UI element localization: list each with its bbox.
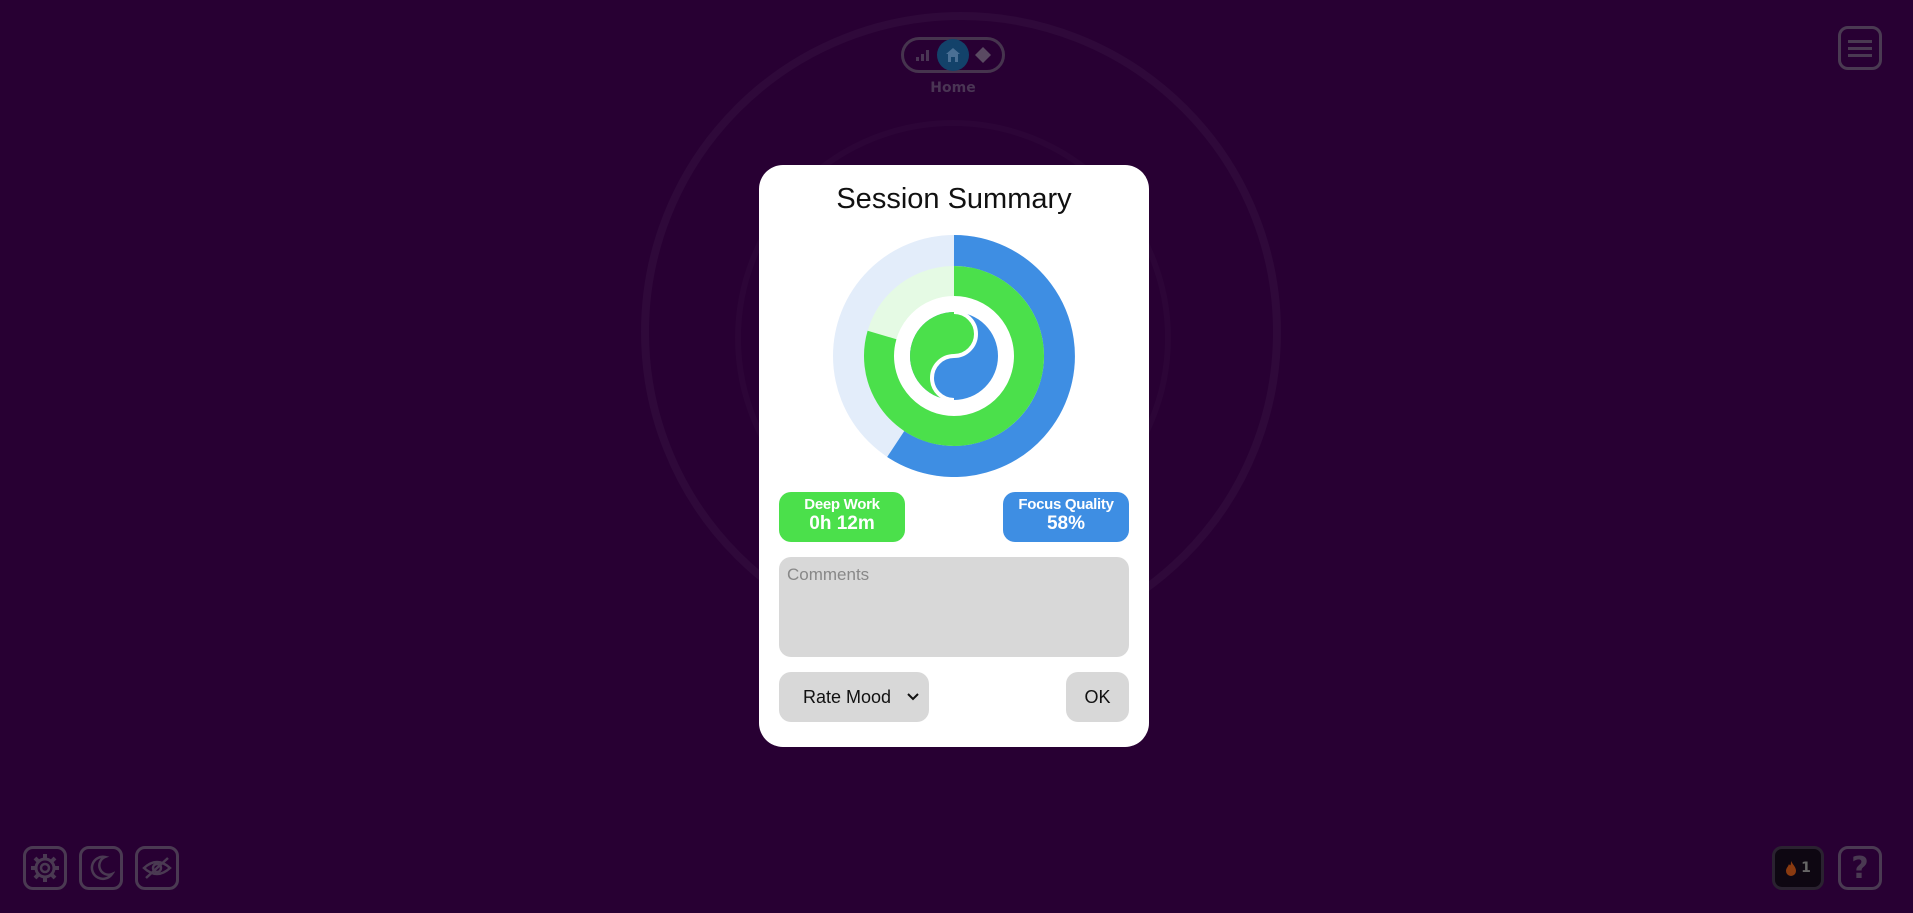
- focus-ring-chart: [833, 235, 1075, 477]
- focus-quality-label: Focus Quality: [1018, 496, 1114, 513]
- deep-work-stat: Deep Work 0h 12m: [779, 492, 905, 542]
- home-icon[interactable]: [937, 39, 969, 71]
- comments-input[interactable]: [779, 557, 1129, 657]
- streak-count: 1: [1801, 860, 1811, 876]
- deep-work-label: Deep Work: [804, 496, 880, 513]
- ok-button[interactable]: OK: [1066, 672, 1129, 722]
- mode-switch[interactable]: [901, 37, 1005, 73]
- moon-icon[interactable]: [79, 846, 123, 890]
- signal-bars-icon[interactable]: [910, 42, 936, 68]
- focus-quality-value: 58%: [1046, 513, 1086, 534]
- mode-label: Home: [930, 80, 976, 96]
- rate-mood-selected: Rate Mood: [803, 686, 892, 707]
- hamburger-menu-icon[interactable]: [1838, 26, 1882, 70]
- help-icon[interactable]: ?: [1838, 846, 1882, 890]
- modal-title: Session Summary: [836, 183, 1072, 215]
- focus-quality-stat: Focus Quality 58%: [1003, 492, 1129, 542]
- eye-slash-icon[interactable]: [135, 846, 179, 890]
- gear-icon[interactable]: [23, 846, 67, 890]
- rate-mood-select[interactable]: Rate Mood: [779, 672, 929, 722]
- chevron-down-icon: [907, 693, 919, 701]
- deep-work-value: 0h 12m: [809, 513, 875, 534]
- flame-icon: [1786, 861, 1797, 876]
- streak-button[interactable]: 1: [1772, 846, 1824, 890]
- session-summary-modal: Session Summary Deep Work 0h 12m Focus Q…: [759, 165, 1149, 747]
- diamond-icon[interactable]: [970, 42, 996, 68]
